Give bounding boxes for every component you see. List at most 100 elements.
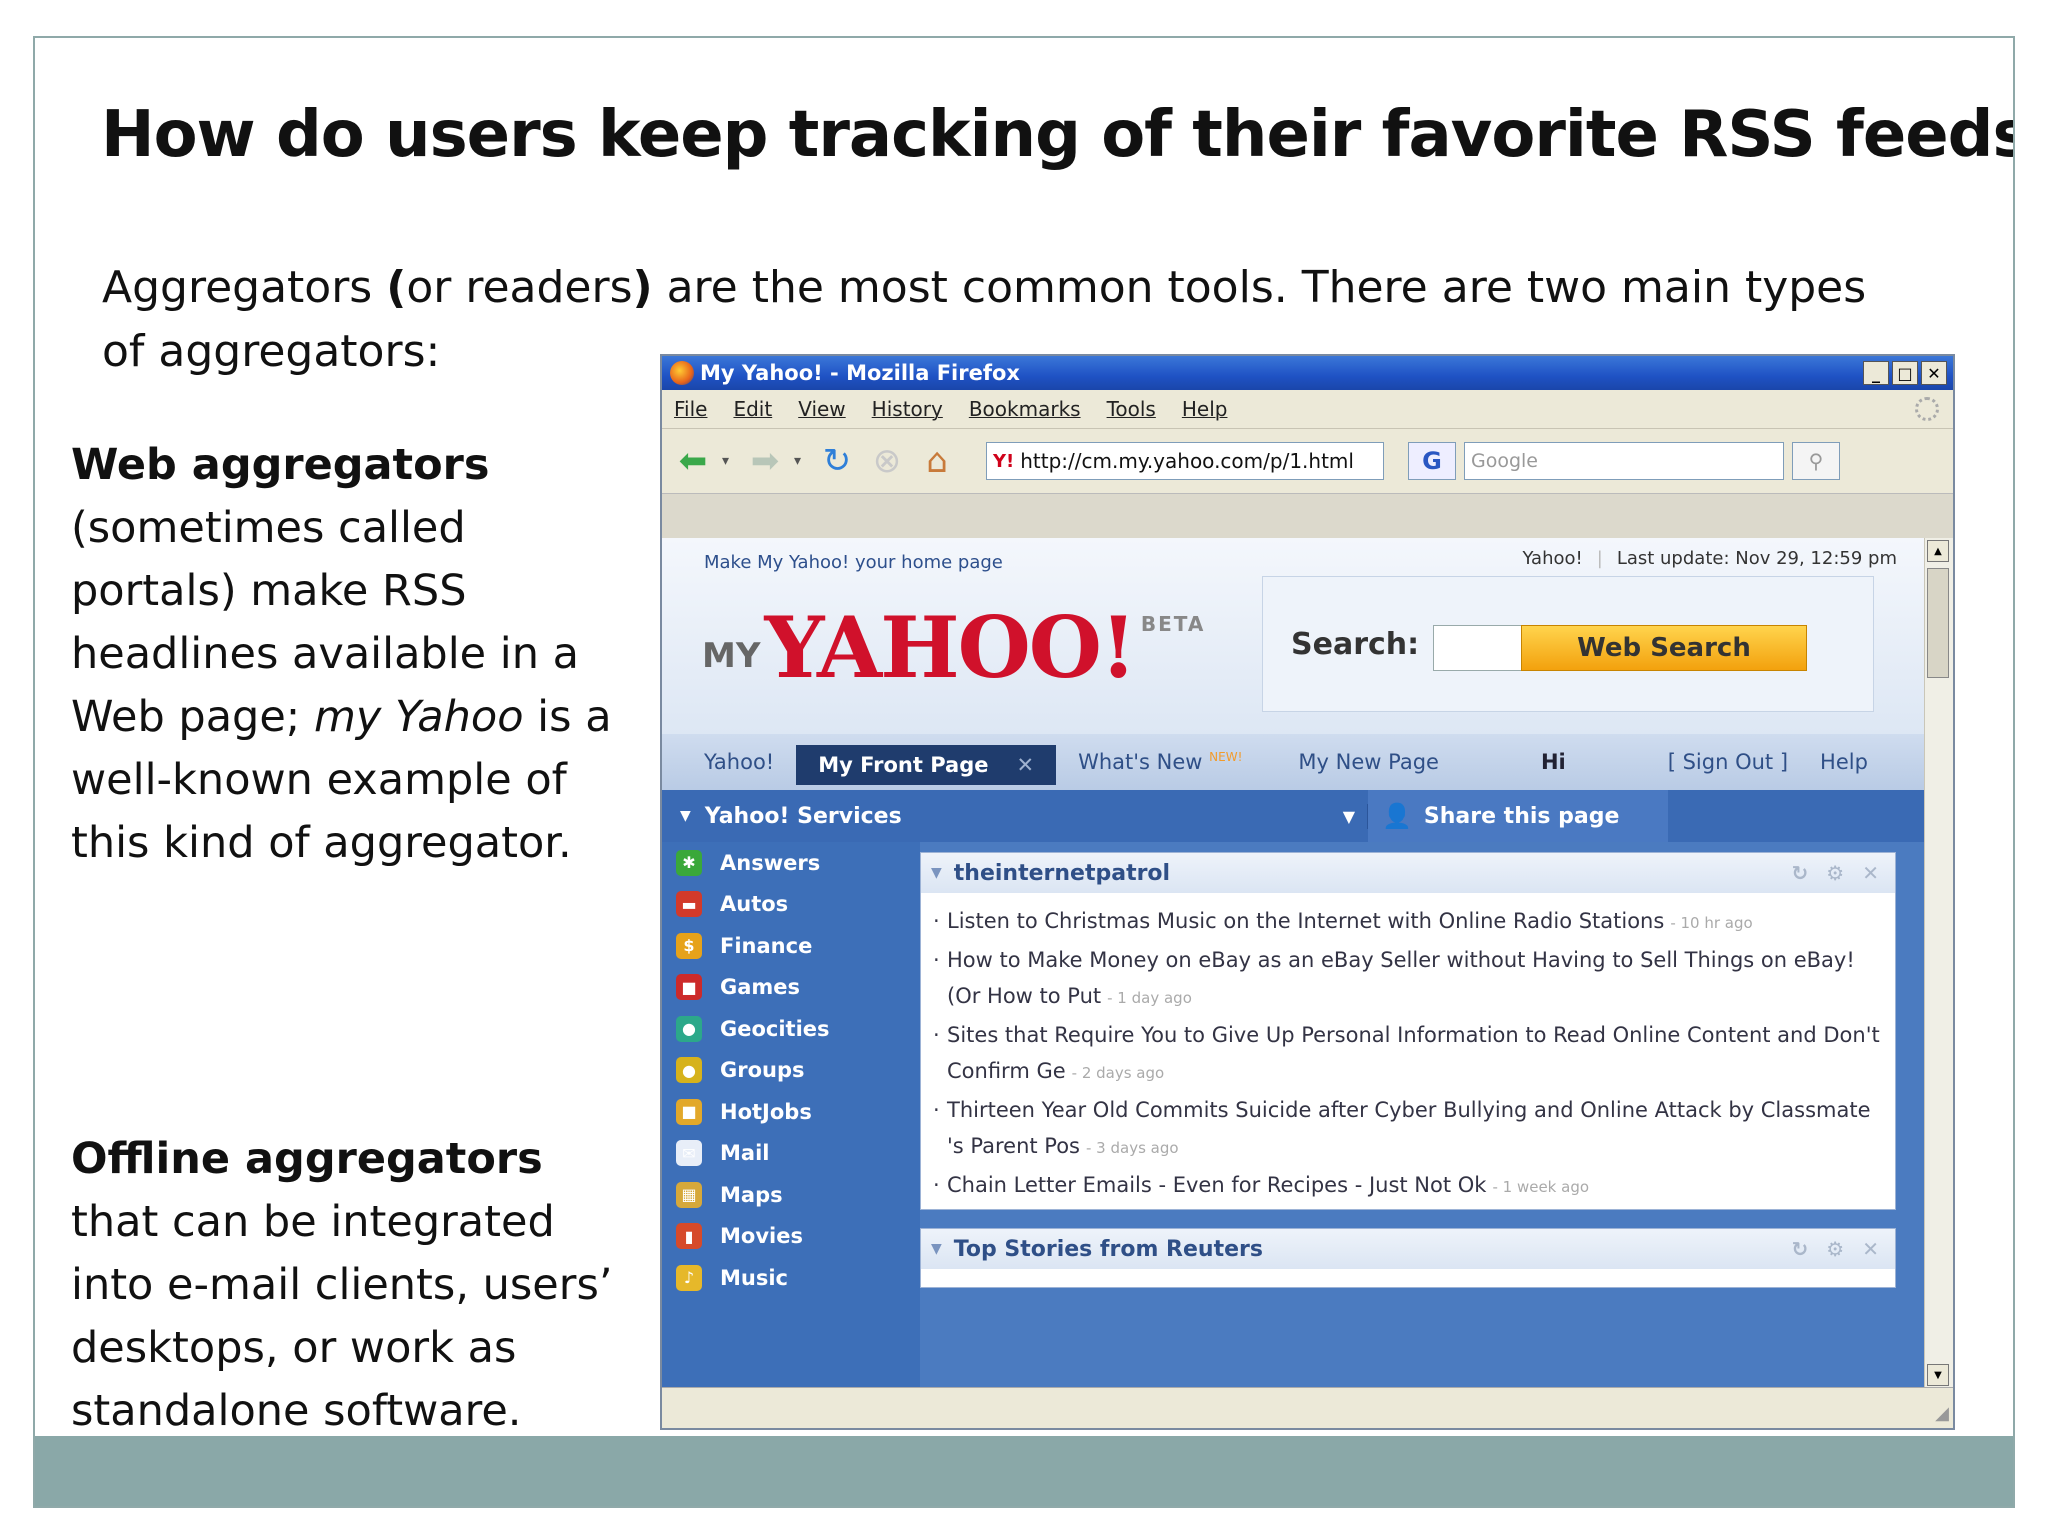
firefox-logo-icon xyxy=(670,361,694,385)
service-item[interactable]: ● Geocities xyxy=(662,1008,920,1050)
separator: | xyxy=(1596,548,1603,569)
service-item[interactable]: ■ HotJobs xyxy=(662,1091,920,1133)
service-item[interactable]: $ Finance xyxy=(662,925,920,967)
bullet-icon: · xyxy=(933,1022,940,1047)
maximize-icon[interactable]: □ xyxy=(1892,361,1918,385)
service-item[interactable]: ▮ Movies xyxy=(662,1216,920,1258)
reload-icon[interactable]: ↻ xyxy=(816,440,858,482)
close-icon[interactable]: ✕ xyxy=(1862,861,1879,885)
feed-item[interactable]: · How to Make Money on eBay as an eBay Se… xyxy=(933,942,1885,1017)
site-favicon-icon: Y! xyxy=(993,450,1015,472)
forward-dropdown-icon[interactable]: ▾ xyxy=(794,453,808,469)
service-item[interactable]: ▬ Autos xyxy=(662,884,920,926)
service-item[interactable]: ▦ Maps xyxy=(662,1174,920,1216)
tab-my-front-page-label: My Front Page xyxy=(818,753,989,777)
service-item[interactable]: ✱ Answers xyxy=(662,842,920,884)
gear-icon[interactable]: ⚙ xyxy=(1826,861,1844,885)
back-dropdown-icon[interactable]: ▾ xyxy=(722,453,736,469)
service-label: Music xyxy=(720,1265,788,1290)
bullet-icon: · xyxy=(933,1097,940,1122)
services-sidebar: ✱ Answers ▬ Autos $ Finance ■ Games ● Geocities ● G… xyxy=(662,842,920,1388)
service-label: Geocities xyxy=(720,1016,830,1041)
stop-icon[interactable]: ⊗ xyxy=(866,440,908,482)
yahoo-link[interactable]: Yahoo! xyxy=(1523,548,1583,569)
url-bar[interactable]: Y! http://cm.my.yahoo.com/p/1.html xyxy=(986,442,1384,480)
search-input[interactable]: Google xyxy=(1464,442,1784,480)
yahoo-services-dropdown[interactable]: ▼ Yahoo! Services ▼ xyxy=(662,803,1368,829)
menu-tools[interactable]: Tools xyxy=(1107,397,1156,421)
tab-my-front-page[interactable]: My Front Page ✕ xyxy=(796,745,1057,785)
scroll-thumb[interactable] xyxy=(1927,568,1949,678)
service-item[interactable]: ✉ Mail xyxy=(662,1133,920,1175)
make-home-link[interactable]: Make My Yahoo! your home page xyxy=(704,552,1003,573)
content-area: ▼ theinternetpatrol ↻ ⚙ ✕ · Listen to Chr… xyxy=(920,842,1925,1388)
share-icon: 👤 xyxy=(1382,802,1412,830)
module-title[interactable]: theinternetpatrol xyxy=(954,861,1170,886)
tab-whats-new[interactable]: What's New NEW! xyxy=(1056,750,1264,774)
service-icon: ▬ xyxy=(676,891,702,918)
home-icon[interactable]: ⌂ xyxy=(916,440,958,482)
search-engine-icon[interactable]: G xyxy=(1408,442,1456,480)
feed-item[interactable]: · Sites that Require You to Give Up Perso… xyxy=(933,1017,1885,1092)
feed-item-title[interactable]: Listen to Christmas Music on the Interne… xyxy=(947,909,1664,933)
share-page-button[interactable]: 👤 Share this page xyxy=(1368,790,1668,842)
feed-item-body: Listen to Christmas Music on the Interne… xyxy=(947,903,1753,942)
resize-grip-icon[interactable]: ◢ xyxy=(1935,1403,1949,1424)
web-search-button[interactable]: Web Search xyxy=(1521,625,1807,671)
minimize-icon[interactable]: _ xyxy=(1863,361,1889,385)
scroll-down-icon[interactable]: ▼ xyxy=(1927,1364,1949,1386)
service-item[interactable]: ■ Games xyxy=(662,967,920,1009)
back-icon[interactable]: ⬅ xyxy=(672,440,714,482)
service-label: Mail xyxy=(720,1141,770,1166)
menu-history[interactable]: History xyxy=(872,397,943,421)
tab-close-icon[interactable]: ✕ xyxy=(1017,753,1035,777)
refresh-icon[interactable]: ↻ xyxy=(1792,861,1809,885)
scroll-up-icon[interactable]: ▲ xyxy=(1927,540,1949,562)
service-label: Autos xyxy=(720,892,789,917)
service-item[interactable]: ● Groups xyxy=(662,1050,920,1092)
collapse-triangle-icon[interactable]: ▼ xyxy=(931,865,942,881)
chevron-down-icon: ▼ xyxy=(1342,806,1355,826)
sign-out-link[interactable]: [ Sign Out ] xyxy=(1588,750,1810,774)
service-icon: ● xyxy=(676,1057,702,1084)
close-icon[interactable]: ✕ xyxy=(1921,361,1947,385)
feed-module-reuters: ▼ Top Stories from Reuters ↻ ⚙ ✕ xyxy=(920,1228,1896,1288)
feed-item[interactable]: · Listen to Christmas Music on the Intern… xyxy=(933,903,1885,942)
feed-item[interactable]: · Thirteen Year Old Commits Suicide after… xyxy=(933,1092,1885,1167)
offline-aggregators-heading: Offline aggregators xyxy=(71,1134,543,1184)
yahoo-search-box: Search: Web Search xyxy=(1262,576,1874,712)
service-icon: ▦ xyxy=(676,1181,702,1208)
feed-item-body: Thirteen Year Old Commits Suicide after … xyxy=(947,1092,1885,1167)
vertical-scrollbar[interactable]: ▲ ▼ xyxy=(1924,538,1953,1388)
feed-item[interactable]: · Chain Letter Emails - Even for Recipes … xyxy=(933,1167,1885,1206)
menu-file[interactable]: File xyxy=(674,397,707,421)
share-label: Share this page xyxy=(1423,803,1620,829)
search-icon[interactable]: ⚲ xyxy=(1792,442,1840,480)
service-item[interactable]: ♪ Music xyxy=(662,1257,920,1299)
feed-item-title[interactable]: How to Make Money on eBay as an eBay Sel… xyxy=(947,948,1855,1009)
service-label: Games xyxy=(720,975,801,1000)
collapse-triangle-icon[interactable]: ▼ xyxy=(931,1241,942,1257)
gear-icon[interactable]: ⚙ xyxy=(1826,1237,1844,1261)
service-label: Groups xyxy=(720,1058,805,1083)
menu-help[interactable]: Help xyxy=(1182,397,1228,421)
web-aggregators-text: Web aggregators (sometimes called portal… xyxy=(71,434,631,875)
forward-icon[interactable]: ➡ xyxy=(744,440,786,482)
feed-item-age: - 2 days ago xyxy=(1071,1064,1165,1082)
feed-item-title[interactable]: Chain Letter Emails - Even for Recipes -… xyxy=(947,1173,1486,1197)
close-icon[interactable]: ✕ xyxy=(1862,1237,1879,1261)
tab-yahoo[interactable]: Yahoo! xyxy=(662,750,796,774)
module-title[interactable]: Top Stories from Reuters xyxy=(954,1237,1263,1262)
logo-yahoo: YAHOO! xyxy=(764,598,1136,697)
menu-edit[interactable]: Edit xyxy=(733,397,772,421)
help-link[interactable]: Help xyxy=(1810,750,1890,774)
yahoo-search-input[interactable] xyxy=(1433,625,1523,671)
menu-view[interactable]: View xyxy=(798,397,845,421)
url-text: http://cm.my.yahoo.com/p/1.html xyxy=(1020,449,1354,473)
service-label: Maps xyxy=(720,1182,783,1207)
refresh-icon[interactable]: ↻ xyxy=(1792,1237,1809,1261)
menu-bookmarks[interactable]: Bookmarks xyxy=(969,397,1081,421)
window-titlebar: My Yahoo! - Mozilla Firefox _ □ ✕ xyxy=(662,356,1953,390)
last-update: Last update: Nov 29, 12:59 pm xyxy=(1616,548,1897,569)
tab-my-new-page[interactable]: My New Page xyxy=(1264,750,1461,774)
